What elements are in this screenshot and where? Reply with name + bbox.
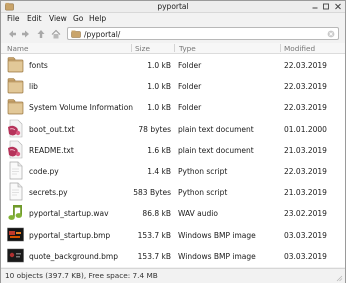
file-type: Python script [178,188,228,198]
file-name: pyportal_startup.wav [29,209,109,219]
column-header: Name Size Type Modified [1,43,345,54]
status-bar: 10 objects (397.7 KB), Free space: 7.4 M… [1,268,345,283]
file-name: System Volume Information [29,103,134,113]
file-modified: 01.01.2000 [284,124,327,134]
file-name: fonts [29,61,48,70]
folder-icon [7,99,24,115]
file-size: 1.0 kB [147,103,171,113]
close-icon[interactable] [333,1,343,12]
resize-grip-icon[interactable] [335,274,343,282]
menu-bar: File Edit View Go Help [1,13,345,24]
file-type: Folder [178,82,202,92]
title-bar[interactable]: pyportal [1,1,345,13]
file-list: fonts 1.0 kB Folder 22.03.2019 lib 1.0 k… [1,54,345,267]
file-size: 1.0 kB [147,82,171,92]
menu-go[interactable]: Go [73,14,83,23]
column-separator[interactable] [174,44,175,52]
location-text: /pyportal/ [84,30,121,39]
window-title: pyportal [157,2,189,11]
file-name: README.txt [29,145,74,155]
file-size: 153.7 kB [137,230,171,240]
image-file-icon [7,248,24,263]
clear-location-icon[interactable] [327,30,335,38]
maximize-icon[interactable] [321,1,331,12]
audio-file-icon [8,205,22,221]
folder-icon [71,30,81,38]
folder-icon [7,57,24,73]
file-name: boot_out.txt [29,124,75,134]
file-type: plain text document [178,124,254,134]
file-modified: 22.03.2019 [284,61,327,70]
python-script-icon [9,182,23,201]
file-type: Windows BMP image [178,251,256,261]
file-row[interactable]: fonts 1.0 kB Folder 22.03.2019 [1,54,345,75]
up-arrow-icon[interactable] [36,28,46,40]
file-modified: 03.03.2019 [284,230,327,240]
home-icon[interactable] [51,28,61,40]
file-size: 1.6 kB [147,145,171,155]
file-modified: 22.03.2019 [284,103,327,113]
back-arrow-icon[interactable] [7,28,17,40]
file-size: 153.7 kB [137,251,171,261]
status-text: 10 objects (397.7 KB), Free space: 7.4 M… [5,271,158,280]
menu-file[interactable]: File [7,14,20,23]
file-type: WAV audio [178,209,218,219]
forward-arrow-icon[interactable] [21,28,31,40]
file-modified: 21.03.2019 [284,188,327,198]
file-row[interactable]: pyportal_startup.bmp 153.7 kB Windows BM… [1,224,345,245]
toolbar: /pyportal/ [1,25,345,44]
file-row[interactable]: quote_background.bmp 153.7 kB Windows BM… [1,245,345,266]
image-file-icon [7,227,24,241]
file-row[interactable]: secrets.py 583 Bytes Python script 21.03… [1,181,345,202]
file-row[interactable]: boot_out.txt 78 bytes plain text documen… [1,118,345,139]
menu-help[interactable]: Help [89,14,106,23]
file-modified: 22.03.2019 [284,82,327,92]
file-modified: 21.03.2019 [284,145,327,155]
menu-view[interactable]: View [49,14,67,23]
text-document-icon [8,140,23,159]
file-size: 78 bytes [138,124,171,134]
column-separator[interactable] [131,44,132,52]
column-name[interactable]: Name [7,44,29,53]
file-type: Windows BMP image [178,230,256,240]
column-separator[interactable] [280,44,281,52]
column-modified[interactable]: Modified [284,44,315,53]
file-size: 583 Bytes [133,188,171,198]
file-name: secrets.py [29,188,68,198]
file-type: plain text document [178,145,254,155]
file-row[interactable]: README.txt 1.6 kB plain text document 21… [1,139,345,160]
text-document-icon [8,119,23,137]
file-size: 86.8 kB [142,209,171,219]
column-size[interactable]: Size [135,44,150,53]
menu-edit[interactable]: Edit [27,14,42,23]
file-row[interactable]: pyportal_startup.wav 86.8 kB WAV audio 2… [1,202,345,223]
file-modified: 03.03.2019 [284,251,327,261]
file-type: Python script [178,167,228,176]
file-name: code.py [29,167,59,176]
file-row[interactable]: System Volume Information 1.0 kB Folder … [1,96,345,117]
file-row[interactable]: code.py 1.4 kB Python script 22.03.2019 [1,160,345,181]
file-type: Folder [178,103,202,113]
column-type[interactable]: Type [179,44,196,53]
file-modified: 22.03.2019 [284,167,327,176]
folder-icon [7,78,24,94]
location-bar[interactable]: /pyportal/ [67,27,339,40]
file-type: Folder [178,61,202,70]
file-name: pyportal_startup.bmp [29,230,111,240]
file-modified: 23.02.2019 [284,209,327,219]
file-manager-window: pyportal File Edit View Go Help /pyporta… [0,0,346,283]
minimize-icon[interactable] [310,1,320,12]
file-name: quote_background.bmp [29,251,118,261]
file-row[interactable]: lib 1.0 kB Folder 22.03.2019 [1,75,345,96]
file-size: 1.4 kB [147,167,171,176]
file-name: lib [29,82,38,92]
file-size: 1.0 kB [147,61,171,70]
python-script-icon [9,161,23,180]
